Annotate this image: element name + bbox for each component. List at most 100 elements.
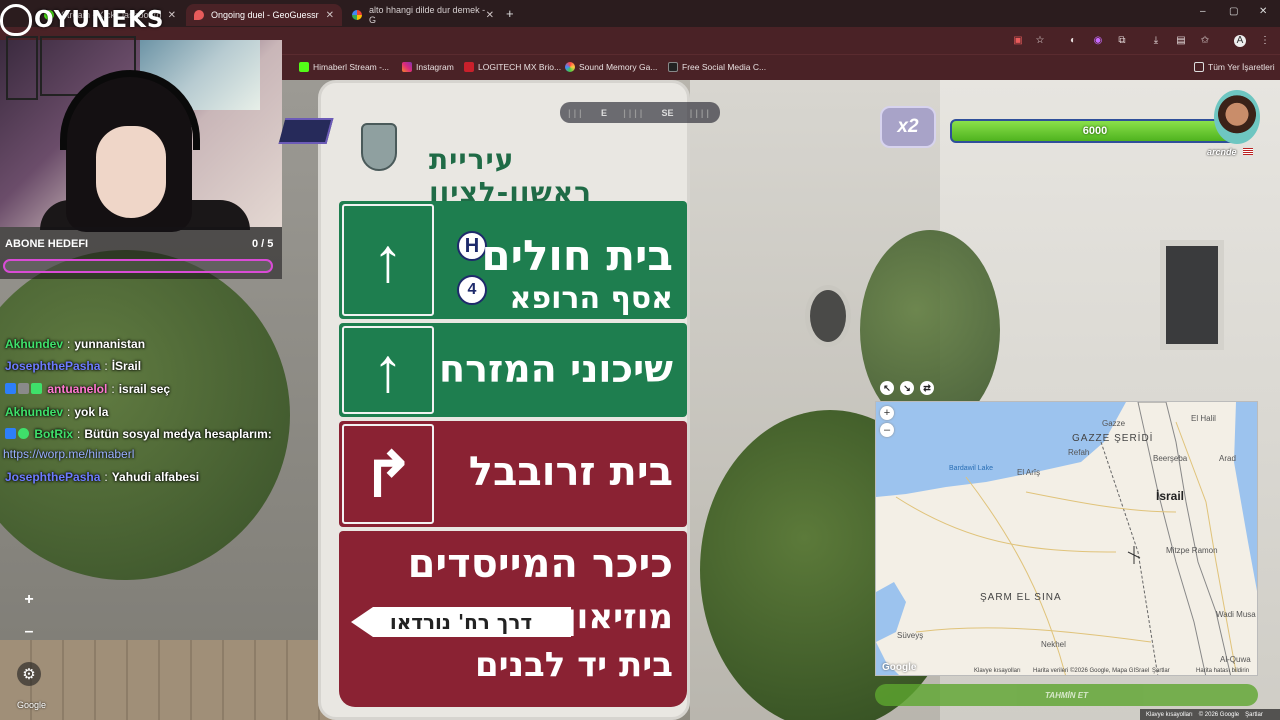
chat-text: israil seç (118, 382, 171, 396)
geoguessr-pin-icon (194, 10, 204, 20)
settings-gear-icon[interactable]: ⚙ (17, 662, 41, 686)
bookmark-label: Free Social Media C... (682, 62, 767, 72)
bookmark-label: LOGITECH MX Brio... (478, 62, 562, 72)
opponent-health-bar-edge (278, 118, 334, 144)
bookmark-icon (668, 62, 678, 72)
close-icon[interactable]: ✕ (486, 10, 494, 21)
map-label: El Halil (1191, 414, 1216, 423)
player-avatar (1214, 90, 1260, 144)
map-label: Gazze (1102, 419, 1126, 428)
chat-text: yok la (74, 405, 109, 419)
street-name-sign: דרך רח' נורדאו (351, 607, 571, 637)
new-tab-button[interactable]: + (506, 6, 514, 21)
menu-icon[interactable]: ⋮ (1259, 35, 1271, 47)
all-bookmarks[interactable]: Tüm Yer İşaretleri (1194, 62, 1275, 72)
bookmark-sound-memory[interactable]: Sound Memory Ga... (565, 62, 657, 72)
map-label: Bardawil Lake (949, 465, 993, 472)
bookmark-icon (464, 62, 474, 72)
tree (860, 230, 1000, 430)
close-icon[interactable]: ✕ (168, 10, 176, 21)
bookmark-logitech[interactable]: LOGITECH MX Brio... (464, 62, 561, 72)
shrink-map-icon[interactable]: ↘ (900, 381, 914, 395)
expand-map-icon[interactable]: ↖ (880, 381, 894, 395)
stone-wall (0, 640, 340, 720)
goal-progress-bar (3, 259, 273, 273)
map-zoom-out-button[interactable]: – (880, 423, 894, 437)
profile-icon[interactable]: A (1234, 35, 1246, 47)
cast-icon[interactable]: ▣ (1012, 35, 1024, 47)
sv-zoom-in-button[interactable]: + (17, 588, 41, 612)
close-window-button[interactable]: ✕ (1259, 6, 1267, 17)
bookmark-instagram[interactable]: Instagram (402, 62, 454, 72)
star-icon[interactable]: ☆ (1034, 35, 1046, 47)
chat-text: Bütün sosyal medya hesaplarım: (84, 427, 272, 441)
player-health-bar: 6000 (950, 119, 1240, 143)
guess-map[interactable]: Gazze GAZZE ŞERİDİ Refah El Halil Beerşe… (875, 401, 1258, 676)
chat-text: Yahudi alfabesi (111, 470, 200, 484)
google-icon (352, 10, 362, 20)
sign-title: עיריית ראשון-לציון (429, 143, 593, 209)
map-attribution[interactable]: Klavye kısayolları (974, 668, 1021, 674)
favorites-icon[interactable]: ✩ (1199, 35, 1211, 47)
bookmark-himaberl[interactable]: Himaberl Stream -... (299, 62, 389, 72)
close-icon[interactable]: ✕ (326, 10, 334, 21)
minimize-button[interactable]: – (1200, 6, 1206, 17)
footer-link[interactable]: Klavye kısayolları (1146, 712, 1193, 718)
chat-user: antuanelol (47, 382, 108, 396)
sign-line: שיכוני המזרח (438, 347, 673, 391)
puzzle-icon[interactable]: ⧉ (1116, 35, 1128, 47)
bookmark-free-social-media[interactable]: Free Social Media C... (668, 62, 766, 72)
chat-link[interactable]: https://worp.me/himaberl (3, 447, 134, 461)
badge-icon (5, 428, 16, 439)
bookmark-label: Tüm Yer İşaretleri (1208, 62, 1275, 72)
poster (6, 36, 38, 100)
chat-message-link: https://worp.me/himaberl (3, 447, 134, 461)
sign-line: בית חולים (481, 231, 673, 280)
extension-icon[interactable]: ◐ (1067, 35, 1079, 47)
map-attribution: Harita verileri ©2026 Google, Mapa GISra… (1033, 668, 1150, 674)
sv-footer: Klavye kısayolları © 2026 Google Şartlar (1140, 709, 1280, 720)
download-icon[interactable]: ⤓ (1150, 35, 1162, 47)
kick-icon (299, 62, 309, 72)
map-attribution[interactable]: Şartlar (1152, 668, 1170, 674)
bookmark-label: Himaberl Stream -... (313, 62, 390, 72)
maximize-button[interactable]: ▢ (1229, 6, 1238, 17)
chat-message: JosephthePasha: İSrail (5, 359, 142, 373)
building-window (1160, 240, 1224, 350)
damage-multiplier: x2 (880, 106, 936, 148)
compass-southeast: SE (661, 107, 674, 118)
chat-message: antuanelol: israil seç (5, 382, 170, 396)
sv-zoom-out-button[interactable]: – (17, 620, 41, 644)
bookmark-icon (565, 62, 575, 72)
arrow-right-icon: ↱ (342, 424, 434, 524)
map-zoom-in-button[interactable]: + (880, 406, 894, 420)
compass-ticks: ||| (568, 107, 585, 118)
bookmark-label: Sound Memory Ga... (579, 62, 658, 72)
logo-icon (0, 4, 32, 36)
guess-button[interactable]: TAHMİN ET (875, 684, 1258, 706)
chat-user: BotRix (34, 427, 74, 441)
tab-geoguessr[interactable]: Ongoing duel - GeoGuessr ✕ (186, 4, 342, 26)
chat-message: Akhundev: yunnanistan (5, 337, 146, 351)
map-label: ŞARM EL SINA (980, 592, 1062, 603)
webcam-feed (0, 36, 282, 232)
arrow-up-icon: ↑ (342, 326, 434, 414)
sign-line: אסף הרופא (509, 281, 673, 316)
sign-line: כיכר המייסדים (407, 541, 673, 587)
map-label: Beerşeba (1153, 454, 1188, 463)
sidebar-icon[interactable]: ▤ (1175, 35, 1187, 47)
footer-link[interactable]: Şartlar (1245, 712, 1263, 718)
sign-panel-east: ↑ שיכוני המזרח (339, 323, 687, 417)
extension-icon[interactable]: ◉ (1092, 35, 1104, 47)
pin-map-icon[interactable]: ⇄ (920, 381, 934, 395)
logo-text: OYUNEKS (34, 7, 165, 33)
channel-logo: OYUNEKS (0, 0, 164, 40)
sign-line: בית יד לבנים (474, 645, 673, 685)
chat-user: JosephthePasha (5, 359, 101, 373)
road-sign: עיריית ראשון-לציון ↑ H 4 בית חולים אסף ה… (318, 80, 690, 720)
instagram-icon (402, 62, 412, 72)
map-label: Arad (1219, 454, 1236, 463)
map-attribution[interactable]: Harita hatası bildirin (1196, 668, 1249, 674)
tab-google-search[interactable]: alto hhangi dilde dur demek - G ✕ (344, 4, 502, 26)
goal-title: ABONE HEDEFI (5, 238, 89, 250)
